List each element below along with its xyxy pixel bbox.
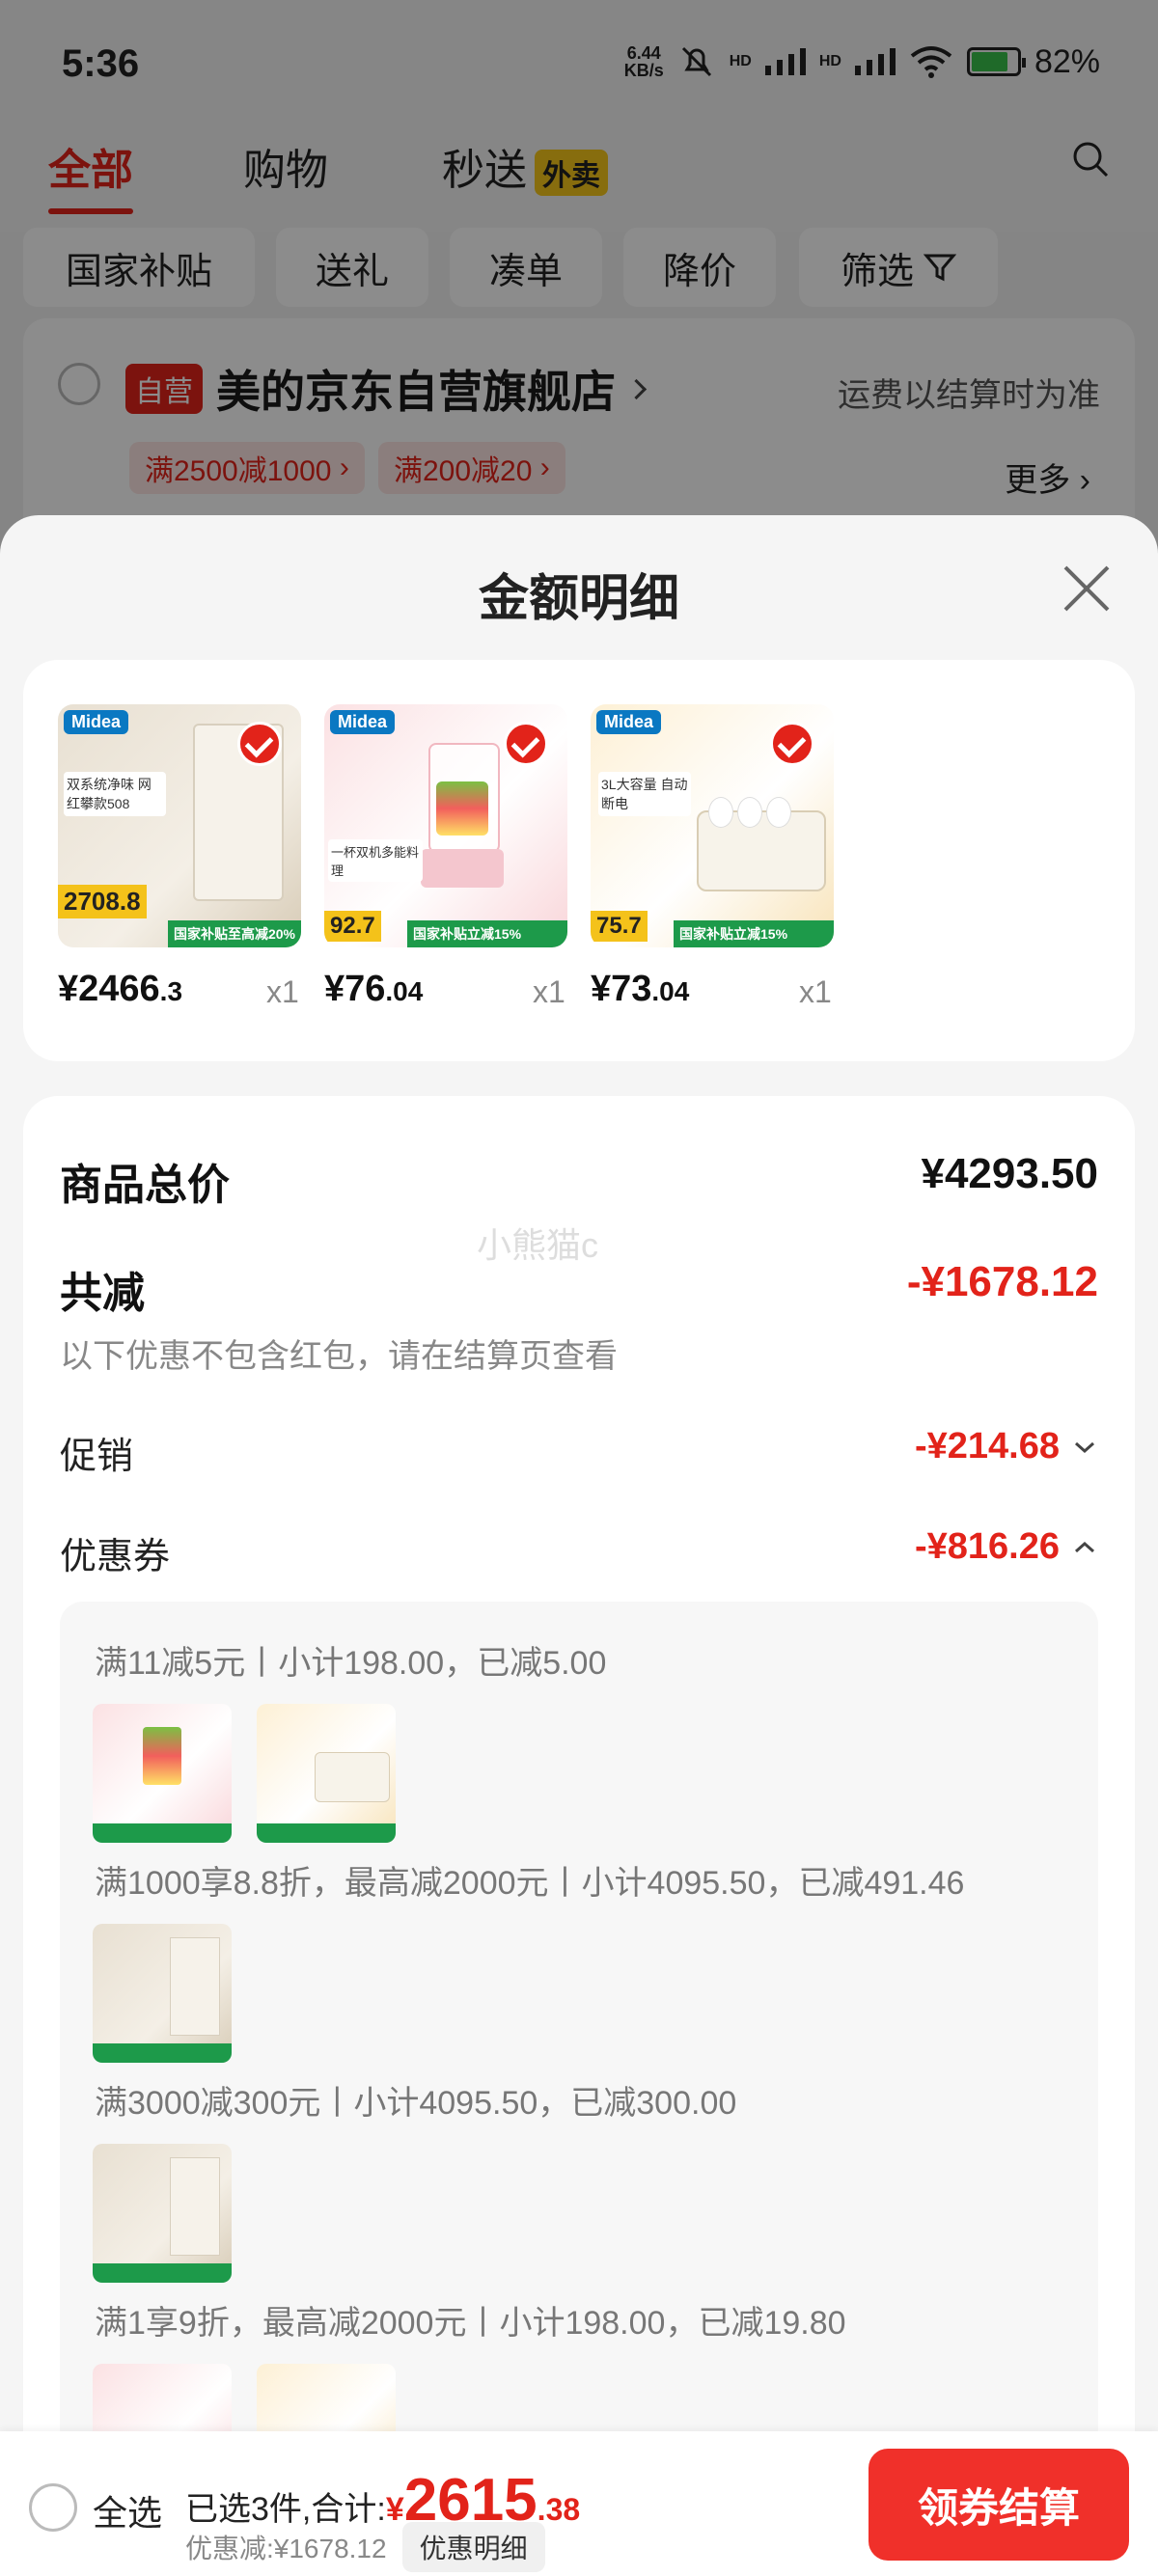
- discount-summary: 优惠减:¥1678.12 优惠明细: [185, 2522, 545, 2572]
- egg: [737, 797, 762, 828]
- egg: [708, 797, 733, 828]
- coupon-item-blender: [93, 1704, 232, 1843]
- blender-base: [421, 849, 504, 888]
- selected-check-icon: [237, 722, 282, 766]
- product-thumb-3[interactable]: Midea 3L大容量 自动断电 75.7 国家补贴立减15%: [591, 704, 834, 947]
- selected-check-icon: [504, 722, 548, 766]
- coupon-row-toggle[interactable]: -¥816.26: [915, 1526, 1096, 1568]
- product-price-2: ¥76.04: [324, 969, 424, 1009]
- selected-check-icon: [770, 722, 814, 766]
- brand-logo: Midea: [64, 710, 129, 734]
- thumb-price: 75.7: [591, 911, 648, 942]
- total-value: ¥4293.50: [921, 1150, 1098, 1197]
- product-qty-3: x1: [799, 974, 832, 1009]
- discount-hint: 以下优惠不包含红包，请在结算页查看: [60, 1338, 618, 1375]
- sheet-title: 金额明细: [478, 571, 679, 627]
- thumb-text: 3L大容量 自动断电: [598, 772, 691, 816]
- promo-value: -¥214.68: [914, 1426, 1060, 1466]
- product-price-3: ¥73.04: [591, 969, 690, 1009]
- coupon-label: 优惠券: [60, 1537, 171, 1577]
- coupon-detail-box: 满11减5元丨小计198.00，已减5.00 满1000享8.8折，最高减200…: [60, 1602, 1098, 2451]
- coupon-rule-3: 满3000减300元丨小计4095.50，已减300.00: [95, 2085, 737, 2122]
- select-all-radio[interactable]: [29, 2483, 77, 2532]
- brand-logo: Midea: [596, 710, 662, 734]
- product-thumb-1[interactable]: Midea 双系统净味 网红攀款508 2708.8 国家补贴至高减20%: [58, 704, 301, 947]
- product-price-1: ¥2466.3: [58, 969, 183, 1009]
- coupon-rule-1: 满11减5元丨小计198.00，已减5.00: [95, 1645, 607, 1682]
- coupon-item-steamer: [257, 1704, 396, 1843]
- thumb-price: 2708.8: [58, 885, 147, 918]
- discount-detail-button[interactable]: 优惠明细: [401, 2522, 545, 2572]
- thumb-text: 一杯双机多能料理: [328, 839, 423, 882]
- checkout-button[interactable]: 领券结算: [868, 2449, 1129, 2561]
- brand-logo: Midea: [330, 710, 396, 734]
- watermark: 小熊猫c: [477, 1225, 599, 1265]
- discount-label: 共减: [60, 1270, 145, 1317]
- product-thumb-2[interactable]: Midea 一杯双机多能料理 92.7 国家补贴立减15%: [324, 704, 567, 947]
- select-all-label[interactable]: 全选: [93, 2485, 162, 2535]
- thumb-promo: 国家补贴至高减20%: [167, 920, 301, 947]
- product-qty-2: x1: [533, 974, 565, 1009]
- coupon-item-fridge-2: [93, 2144, 232, 2283]
- thumb-promo: 国家补贴立减15%: [674, 920, 834, 947]
- thumb-price: 92.7: [324, 911, 381, 942]
- thumb-text: 双系统净味 网红攀款508: [64, 772, 166, 816]
- discount-value: -¥1678.12: [906, 1258, 1098, 1305]
- coupon-rule-4: 满1享9折，最高减2000元丨小计198.00，已减19.80: [95, 2305, 846, 2342]
- discount-amount: 优惠减:¥1678.12: [185, 2534, 387, 2563]
- chevron-up-icon: [1075, 1541, 1094, 1552]
- promo-row-toggle[interactable]: -¥214.68: [915, 1426, 1096, 1467]
- coupon-item-fridge: [93, 1924, 232, 2063]
- close-icon[interactable]: [1062, 563, 1112, 614]
- fruit-fill: [436, 781, 488, 836]
- total-label: 商品总价: [60, 1162, 230, 1209]
- coupon-rule-2: 满1000享8.8折，最高减2000元丨小计4095.50，已减491.46: [95, 1865, 965, 1902]
- promo-label: 促销: [60, 1437, 134, 1477]
- coupon-value: -¥816.26: [914, 1526, 1060, 1567]
- chevron-down-icon: [1075, 1441, 1094, 1453]
- egg: [766, 797, 791, 828]
- product-qty-1: x1: [266, 974, 299, 1009]
- thumb-promo: 国家补贴立减15%: [407, 920, 567, 947]
